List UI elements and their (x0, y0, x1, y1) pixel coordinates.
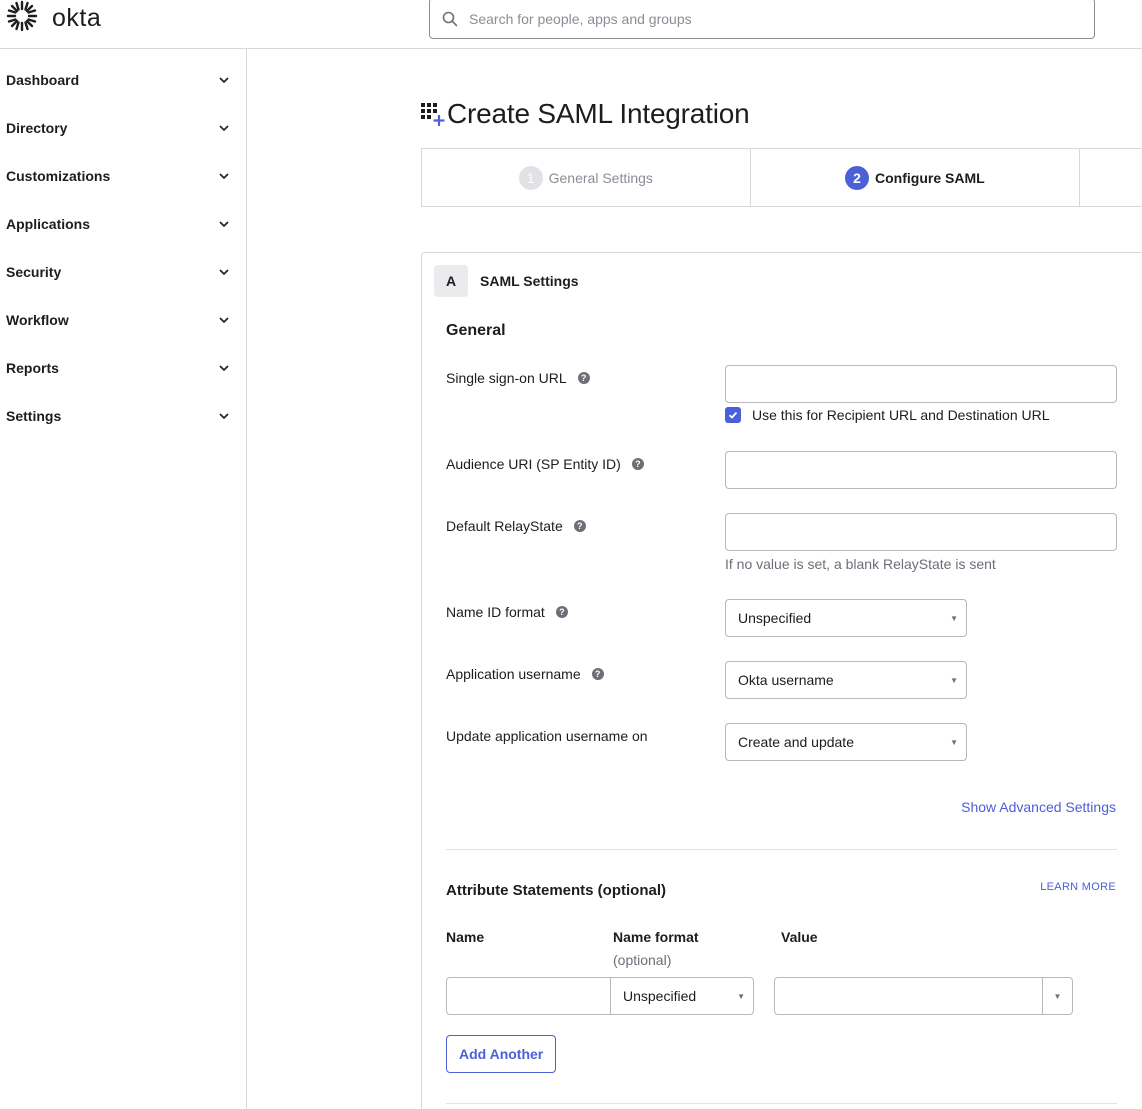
step-label: Configure SAML (875, 169, 985, 186)
attribute-name-format-value: Unspecified (623, 988, 697, 1004)
chevron-down-icon (218, 410, 230, 422)
show-advanced-settings-link[interactable]: Show Advanced Settings (961, 799, 1116, 815)
recipient-url-checkbox-label: Use this for Recipient URL and Destinati… (752, 407, 1050, 423)
sidebar-item-customizations[interactable]: Customizations (6, 164, 230, 188)
app-username-value: Okta username (738, 672, 834, 688)
recipient-url-option[interactable]: Use this for Recipient URL and Destinati… (725, 407, 1050, 423)
chevron-down-icon (218, 218, 230, 230)
step-number-badge: 2 (845, 165, 869, 190)
sidebar-item-workflow[interactable]: Workflow (6, 308, 230, 332)
update-username-label: Update application username on (446, 728, 648, 744)
chevron-down-icon (218, 170, 230, 182)
update-username-value: Create and update (738, 734, 854, 750)
sidebar-item-label: Applications (6, 216, 91, 232)
relay-state-input[interactable] (725, 513, 1117, 551)
search-bar[interactable] (429, 0, 1095, 39)
attribute-value-combobox[interactable]: ▼ (774, 977, 1073, 1015)
sidebar-item-label: Security (6, 264, 62, 280)
dropdown-caret-icon[interactable]: ▼ (1042, 978, 1072, 1014)
search-input[interactable] (469, 10, 1029, 27)
attribute-statements-heading: Attribute Statements (optional) (446, 882, 666, 899)
help-icon[interactable]: ? (555, 606, 568, 618)
sidebar-item-label: Customizations (6, 168, 111, 184)
step-number-badge: 1 (518, 165, 543, 190)
chevron-down-icon (218, 122, 230, 134)
search-icon (442, 11, 458, 27)
section-divider (446, 1103, 1117, 1104)
audience-uri-label-text: Audience URI (SP Entity ID) (446, 456, 621, 472)
recipient-url-checkbox[interactable] (725, 407, 741, 423)
audience-uri-input[interactable] (725, 451, 1117, 489)
sidebar-nav: Dashboard Directory Customizations Appli… (0, 49, 247, 1109)
column-header-name-format-optional: (optional) (613, 952, 672, 968)
dropdown-caret-icon: ▼ (950, 675, 958, 685)
section-divider (446, 849, 1117, 850)
okta-sunburst-icon (6, 0, 38, 37)
attribute-name-format-select[interactable]: Unspecified ▼ (610, 977, 754, 1015)
column-header-name-format: Name format (613, 929, 699, 945)
sidebar-item-label: Dashboard (6, 72, 80, 88)
step-next-cut-off (1080, 149, 1142, 206)
sso-url-label-text: Single sign-on URL (446, 370, 567, 386)
sidebar-item-label: Settings (6, 408, 62, 424)
sidebar-item-applications[interactable]: Applications (6, 212, 230, 236)
help-icon[interactable]: ? (591, 668, 604, 680)
app-username-label-text: Application username (446, 666, 581, 682)
sso-url-label: Single sign-on URL ? (446, 370, 590, 386)
attribute-name-input[interactable] (446, 977, 611, 1015)
chevron-down-icon (218, 362, 230, 374)
checkmark-icon (728, 411, 738, 419)
sidebar-item-settings[interactable]: Settings (6, 404, 230, 428)
attribute-value-input[interactable] (775, 978, 1042, 1014)
okta-logo[interactable]: okta (6, 0, 102, 33)
relay-state-label: Default RelayState ? (446, 518, 586, 534)
sidebar-item-label: Workflow (6, 312, 69, 328)
sidebar-item-security[interactable]: Security (6, 260, 230, 284)
dropdown-caret-icon: ▼ (950, 613, 958, 623)
learn-more-link[interactable]: LEARN MORE (1040, 881, 1116, 893)
column-header-name: Name (446, 929, 485, 945)
help-icon[interactable]: ? (577, 372, 590, 384)
sso-url-input[interactable] (725, 365, 1117, 403)
relay-state-label-text: Default RelayState (446, 518, 563, 534)
wizard-stepper: 1 General Settings 2 Configure SAML (421, 148, 1142, 207)
saml-settings-panel: A SAML Settings General Single sign-on U… (421, 252, 1142, 1109)
general-heading: General (446, 322, 506, 339)
name-id-format-select[interactable]: Unspecified ▼ (725, 599, 967, 637)
help-icon[interactable]: ? (573, 520, 586, 532)
column-header-value: Value (781, 929, 818, 945)
audience-uri-label: Audience URI (SP Entity ID) ? (446, 456, 644, 472)
sidebar-item-label: Directory (6, 120, 68, 136)
name-id-format-label: Name ID format ? (446, 604, 568, 620)
dropdown-caret-icon: ▼ (737, 991, 745, 1001)
app-username-select[interactable]: Okta username ▼ (725, 661, 967, 699)
step-general-settings[interactable]: 1 General Settings (422, 149, 751, 206)
app-grid-add-icon (420, 101, 446, 127)
add-another-button[interactable]: Add Another (446, 1035, 557, 1073)
sidebar-item-directory[interactable]: Directory (6, 116, 230, 140)
top-bar: okta (0, 0, 1142, 49)
app-username-label: Application username ? (446, 666, 604, 682)
step-configure-saml[interactable]: 2 Configure SAML (751, 149, 1081, 206)
page-header: Create SAML Integration (420, 98, 750, 130)
help-icon[interactable]: ? (631, 458, 644, 470)
update-username-select[interactable]: Create and update ▼ (725, 723, 967, 761)
name-id-format-label-text: Name ID format (446, 604, 545, 620)
chevron-down-icon (218, 74, 230, 86)
dropdown-caret-icon: ▼ (950, 737, 958, 747)
chevron-down-icon (218, 314, 230, 326)
logo-text: okta (52, 3, 102, 32)
update-username-label-text: Update application username on (446, 728, 648, 744)
sidebar-item-label: Reports (6, 360, 59, 376)
section-letter-badge: A (434, 265, 468, 297)
page-title: Create SAML Integration (447, 98, 750, 129)
chevron-down-icon (218, 266, 230, 278)
sidebar-item-dashboard[interactable]: Dashboard (6, 68, 230, 92)
relay-state-hint: If no value is set, a blank RelayState i… (725, 556, 996, 572)
panel-title: SAML Settings (480, 273, 579, 289)
sidebar-item-reports[interactable]: Reports (6, 356, 230, 380)
name-id-format-value: Unspecified (738, 610, 812, 626)
step-label: General Settings (548, 169, 653, 186)
